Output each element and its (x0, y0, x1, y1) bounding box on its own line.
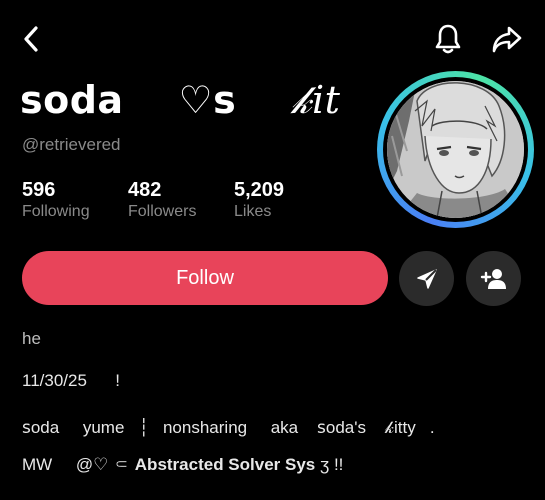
bio-line-3: ꜱoda yume ┆ nonsharing aka ꜱoda's 𝓀itty … (22, 418, 435, 437)
following-stat[interactable]: 596 Following (22, 178, 90, 222)
display-name-part3: 𝓀it (291, 78, 341, 122)
add-user-button[interactable] (466, 251, 521, 306)
following-count: 596 (22, 179, 56, 201)
bio-line-2: 11/30/25 ! (22, 371, 120, 390)
bio-line-4: MW @♡ ⸦ Abstracted Solver Sys ʒ !! (22, 452, 343, 475)
bio-system-name: Abstracted Solver Sys (134, 455, 316, 474)
share-arrow-icon (492, 26, 522, 53)
bio-line-4-prefix: MW @♡ ⸦ (22, 455, 135, 474)
notification-bell-button[interactable] (431, 22, 465, 56)
avatar-gap (383, 77, 528, 222)
chevron-left-icon (24, 26, 38, 52)
display-name-part2: ♡s (123, 78, 292, 122)
likes-stat[interactable]: 5,209 Likes (234, 178, 284, 222)
username-handle: @retrievered (22, 135, 121, 154)
display-name: ꜱoda ♡s 𝓀it (20, 78, 340, 123)
back-button[interactable] (14, 22, 48, 56)
likes-label: Likes (234, 203, 272, 220)
profile-page: ꜱoda ♡s 𝓀it @retrievered 596 Following 4… (0, 0, 545, 500)
avatar-illustration (387, 81, 524, 218)
share-button[interactable] (490, 22, 524, 56)
likes-count: 5,209 (234, 179, 285, 201)
following-label: Following (22, 203, 90, 220)
display-name-part1: ꜱoda (20, 78, 124, 122)
followers-count: 482 (128, 179, 162, 201)
avatar (387, 81, 524, 218)
avatar-ring[interactable] (377, 71, 534, 228)
followers-label: Followers (128, 203, 197, 220)
bell-icon (435, 24, 461, 54)
bio-line-1: he (22, 329, 41, 348)
followers-stat[interactable]: 482 Followers (128, 178, 196, 222)
follow-button[interactable]: Follow (22, 251, 388, 305)
send-message-icon (416, 268, 437, 289)
bio-line-4-suffix: ʒ !! (315, 455, 344, 474)
message-button[interactable] (399, 251, 454, 306)
add-user-icon (480, 268, 506, 289)
